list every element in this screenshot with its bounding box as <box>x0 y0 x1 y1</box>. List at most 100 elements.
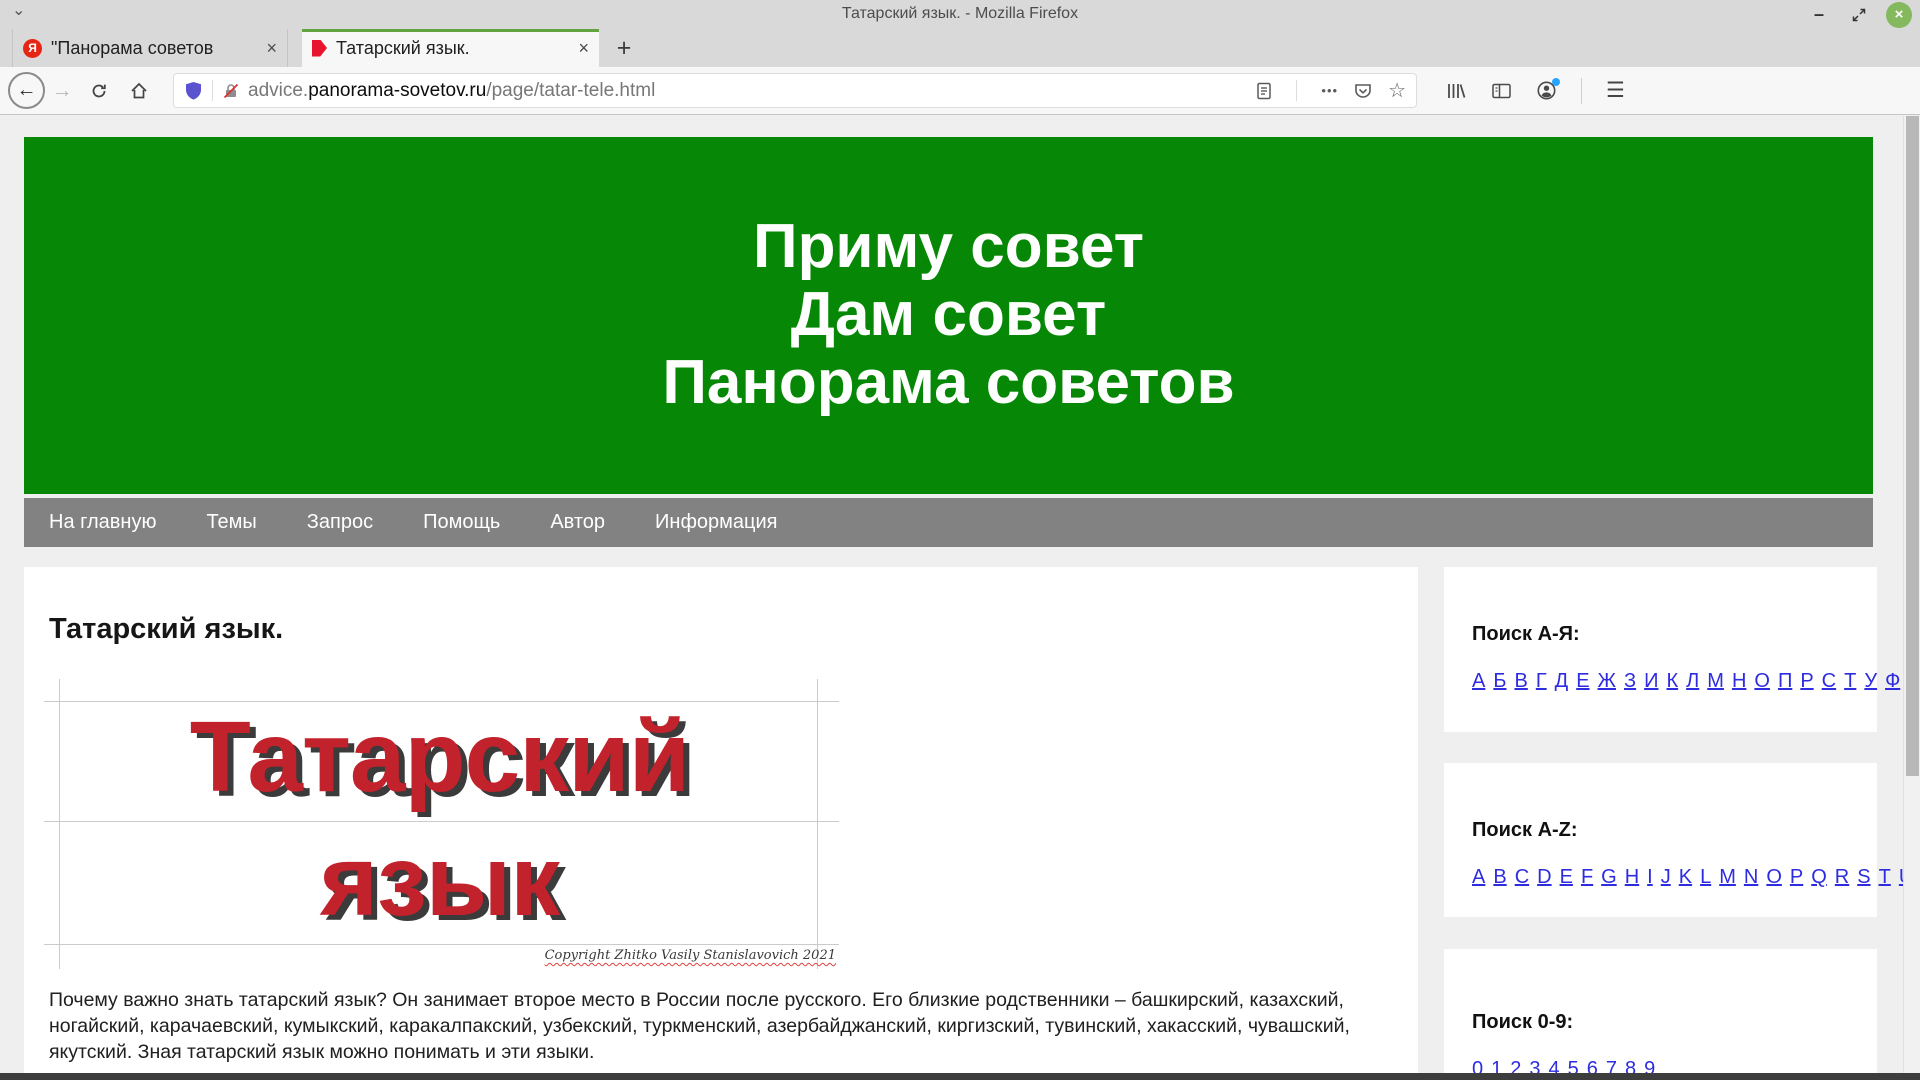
letter-link[interactable]: I <box>1647 866 1653 888</box>
letter-link[interactable]: Ж <box>1598 670 1616 692</box>
tracking-protection-shield-icon[interactable] <box>184 81 203 101</box>
window-titlebar: ⌄ Татарский язык. - Mozilla Firefox – × <box>0 0 1920 29</box>
letter-link[interactable]: O <box>1766 866 1782 888</box>
tab-label: Татарский язык. <box>336 38 569 59</box>
letter-link[interactable]: P <box>1790 866 1803 888</box>
menu-item[interactable]: Запрос <box>307 511 373 534</box>
menu-item[interactable]: Автор <box>550 511 605 534</box>
letter-link[interactable]: Н <box>1732 670 1746 692</box>
letter-link[interactable]: С <box>1822 670 1836 692</box>
banner-line: Панорама советов <box>24 349 1873 417</box>
navigation-toolbar: ← → advice.panorama-sovetov.r <box>0 67 1920 115</box>
article-panel: Татарский язык. Татарский язык Copyright… <box>24 567 1418 1073</box>
tab-close-icon[interactable]: × <box>578 38 589 59</box>
letter-link[interactable]: K <box>1679 866 1692 888</box>
pocket-icon[interactable] <box>1353 82 1373 100</box>
minimize-button[interactable]: – <box>1806 2 1832 28</box>
image-text-line2: язык <box>49 831 830 931</box>
letter-link[interactable]: М <box>1707 670 1724 692</box>
letter-link[interactable]: П <box>1778 670 1792 692</box>
letter-link[interactable]: Л <box>1686 670 1699 692</box>
library-icon[interactable] <box>1445 81 1467 101</box>
letter-link[interactable]: L <box>1700 866 1711 888</box>
letter-link[interactable]: Р <box>1800 670 1813 692</box>
letter-link[interactable]: T <box>1879 866 1891 888</box>
home-icon <box>129 81 149 101</box>
new-tab-button[interactable]: + <box>607 29 641 67</box>
letter-link[interactable]: Т <box>1844 670 1856 692</box>
back-button[interactable]: ← <box>8 72 45 109</box>
bookmark-star-icon[interactable]: ☆ <box>1388 78 1406 103</box>
menu-item[interactable]: Темы <box>206 511 256 534</box>
page-actions-icon[interactable]: ••• <box>1321 83 1338 98</box>
home-button[interactable] <box>119 81 159 101</box>
letter-link[interactable]: M <box>1719 866 1736 888</box>
tab-bar: Я "Панорама советов × Татарский язык. × … <box>0 29 1920 67</box>
reload-icon <box>90 82 108 100</box>
menu-hamburger-icon[interactable]: ☰ <box>1606 78 1625 103</box>
tab-close-icon[interactable]: × <box>266 38 277 59</box>
scrollbar-thumb[interactable] <box>1906 116 1919 776</box>
url-bar[interactable]: advice.panorama-sovetov.ru/page/tatar-te… <box>173 73 1417 108</box>
tab-label: "Панорама советов <box>51 38 257 59</box>
site-banner: Приму советДам советПанорама советов <box>24 137 1873 494</box>
maximize-button[interactable] <box>1846 2 1872 28</box>
insecure-lock-icon[interactable] <box>222 82 240 100</box>
banner-line: Дам совет <box>24 281 1873 349</box>
letter-link[interactable]: B <box>1493 866 1506 888</box>
letter-link[interactable]: H <box>1625 866 1639 888</box>
letter-link[interactable]: E <box>1560 866 1573 888</box>
tab-panorama-sovetov[interactable]: Я "Панорама советов × <box>12 29 288 67</box>
reader-mode-icon[interactable] <box>1256 81 1272 101</box>
letter-link[interactable]: А <box>1472 670 1485 692</box>
menu-item[interactable]: Информация <box>655 511 777 534</box>
account-button[interactable] <box>1536 80 1557 101</box>
article-image: Татарский язык Copyright Zhitko Vasily S… <box>49 685 830 965</box>
site-menu: На главную Темы Запрос Помощь Автор Информаци… <box>24 498 1873 547</box>
tab-tatar-language-active[interactable]: Татарский язык. × <box>302 29 599 67</box>
letter-link[interactable]: Д <box>1555 670 1569 692</box>
image-guide-line <box>44 821 839 822</box>
yandex-favicon-icon: Я <box>23 39 42 58</box>
letter-link[interactable]: N <box>1744 866 1758 888</box>
letter-link[interactable]: Е <box>1576 670 1589 692</box>
notification-dot <box>1552 78 1560 86</box>
letter-link[interactable]: F <box>1581 866 1593 888</box>
reload-button[interactable] <box>79 82 119 100</box>
letter-link[interactable]: A <box>1472 866 1485 888</box>
firefox-window: ⌄ Татарский язык. - Mozilla Firefox – × … <box>0 0 1920 1080</box>
letter-link[interactable]: D <box>1537 866 1551 888</box>
menu-item[interactable]: На главную <box>49 511 156 534</box>
image-copyright-signature: Copyright Zhitko Vasily Stanislavovich 2… <box>545 948 836 963</box>
sidebar-toggle-icon[interactable] <box>1491 82 1512 100</box>
sidebar-search-latin: Поиск A-Z: ABCDEFGHIJKLMNOPQRSTUVWXYZ <box>1444 763 1877 917</box>
letter-link[interactable]: В <box>1514 670 1527 692</box>
page-scrollbar[interactable] <box>1903 116 1920 1073</box>
sidebar-heading: Поиск А-Я: <box>1472 623 1852 646</box>
menu-item[interactable]: Помощь <box>423 511 500 534</box>
letter-link[interactable]: G <box>1601 866 1617 888</box>
letter-link[interactable]: S <box>1857 866 1870 888</box>
image-guide-line <box>44 944 839 945</box>
letter-link[interactable]: Q <box>1811 866 1827 888</box>
url-text[interactable]: advice.panorama-sovetov.ru/page/tatar-te… <box>248 80 1256 102</box>
letter-link[interactable]: R <box>1835 866 1849 888</box>
letter-link[interactable]: Ф <box>1885 670 1900 692</box>
letter-link[interactable]: Г <box>1536 670 1547 692</box>
letter-link[interactable]: К <box>1666 670 1678 692</box>
letter-link[interactable]: З <box>1624 670 1636 692</box>
letter-link[interactable]: J <box>1661 866 1671 888</box>
url-domain: panorama-sovetov.ru <box>308 80 486 101</box>
letter-link[interactable]: C <box>1515 866 1529 888</box>
sidebar-heading: Поиск A-Z: <box>1472 819 1852 842</box>
letter-link[interactable]: И <box>1644 670 1658 692</box>
article-title: Татарский язык. <box>49 613 283 646</box>
forward-button[interactable]: → <box>45 79 79 103</box>
letter-link[interactable]: У <box>1864 670 1877 692</box>
letter-link[interactable]: О <box>1754 670 1770 692</box>
article-paragraph: Почему важно знать татарский язык? Он за… <box>49 987 1395 1065</box>
letter-link[interactable]: Б <box>1493 670 1506 692</box>
close-button[interactable]: × <box>1886 2 1912 28</box>
maximize-icon <box>1851 7 1867 23</box>
sidebar-heading: Поиск 0-9: <box>1472 1011 1852 1034</box>
